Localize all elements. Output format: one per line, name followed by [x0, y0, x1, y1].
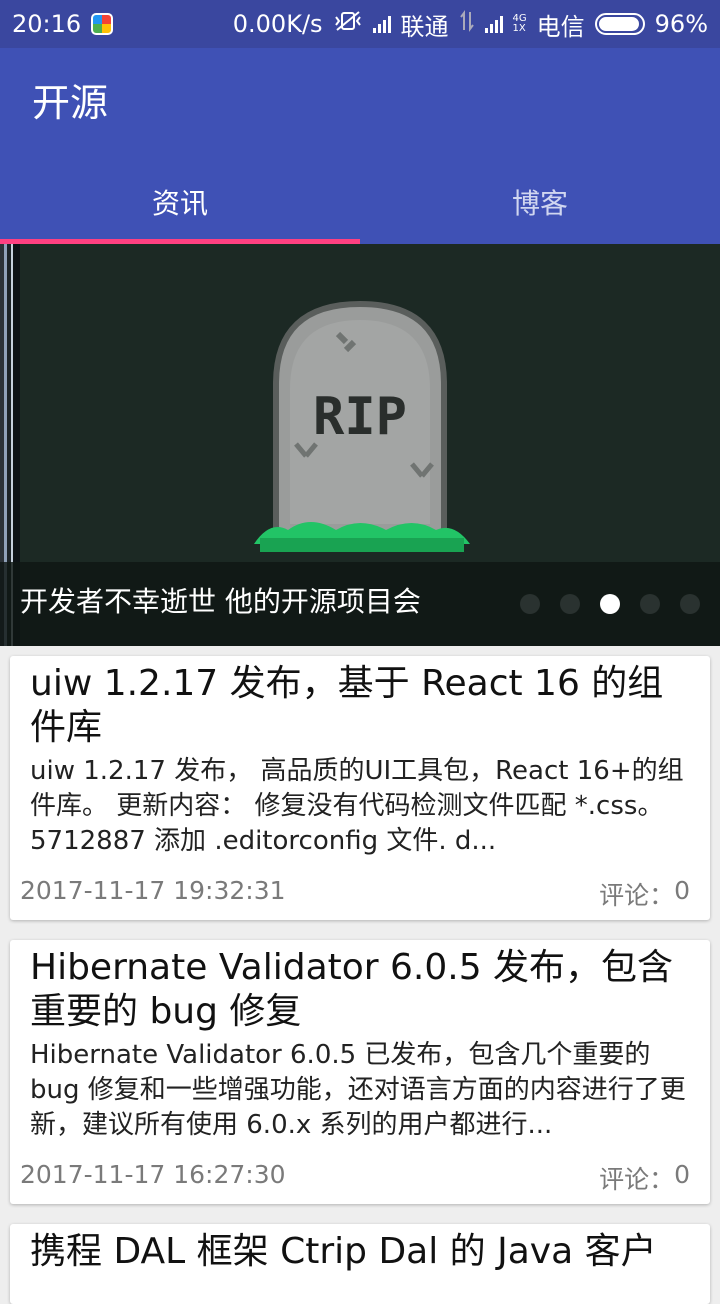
- battery-percent: 96%: [654, 10, 708, 38]
- carousel-dot[interactable]: [520, 594, 540, 614]
- carousel-indicator: [520, 594, 700, 614]
- news-card[interactable]: 携程 DAL 框架 Ctrip Dal 的 Java 客户: [10, 1224, 710, 1304]
- clock: 20:16: [12, 10, 82, 38]
- news-title: 携程 DAL 框架 Ctrip Dal 的 Java 客户: [30, 1231, 657, 1272]
- app-notification-icon: [91, 13, 114, 35]
- network-type: 4G 1X: [512, 13, 527, 34]
- comment-count: 评论： 0: [599, 876, 690, 912]
- tab-blog[interactable]: 博客: [360, 160, 720, 244]
- news-summary: uiw 1.2.17 发布， 高品质的UI工具包，React 16+的组件库。 …: [30, 756, 684, 856]
- net-speed: 0.00K/s: [232, 10, 323, 38]
- tombstone-image: RIP: [254, 300, 470, 552]
- news-footer: 2017-11-17 16:27:30 评论： 0: [20, 1160, 690, 1196]
- page-title: 开源: [32, 81, 109, 125]
- signal-icon: [372, 15, 391, 33]
- banner-carousel[interactable]: RIP 开发者不幸逝世 他的开源项目会: [0, 244, 720, 646]
- vibrate-off-icon: [333, 10, 363, 38]
- app-bar: 开源 资讯 博客: [0, 48, 720, 244]
- signal-icon-2: [484, 15, 503, 33]
- comment-number: 0: [674, 1160, 690, 1189]
- tab-blog-label: 博客: [511, 187, 568, 220]
- banner-caption-bar: 开发者不幸逝世 他的开源项目会: [0, 562, 720, 646]
- carousel-dot[interactable]: [560, 594, 580, 614]
- tab-news[interactable]: 资讯: [0, 160, 360, 244]
- carrier1: 联通: [400, 12, 449, 41]
- news-summary: Hibernate Validator 6.0.5 已发布，包含几个重要的 bu…: [30, 1040, 686, 1140]
- news-card[interactable]: Hibernate Validator 6.0.5 发布，包含重要的 bug 修…: [10, 940, 710, 1204]
- battery-icon: [594, 13, 645, 35]
- news-card[interactable]: uiw 1.2.17 发布，基于 React 16 的组件库 uiw 1.2.1…: [10, 656, 710, 920]
- comment-label: 评论：: [599, 881, 675, 910]
- carousel-dot[interactable]: [600, 594, 620, 614]
- carousel-dot[interactable]: [640, 594, 660, 614]
- status-bar: 20:16 0.00K/s 联通 4G 1X 电信 96%: [0, 0, 720, 48]
- tab-bar: 资讯 博客: [0, 160, 720, 244]
- news-title: Hibernate Validator 6.0.5 发布，包含重要的 bug 修…: [30, 947, 674, 1032]
- tab-news-label: 资讯: [151, 187, 208, 220]
- news-title: uiw 1.2.17 发布，基于 React 16 的组件库: [30, 663, 664, 748]
- carousel-dot[interactable]: [680, 594, 700, 614]
- data-arrows-icon: [459, 10, 475, 38]
- news-time: 2017-11-17 16:27:30: [20, 1160, 286, 1189]
- news-footer: 2017-11-17 19:32:31 评论： 0: [20, 876, 690, 912]
- news-time: 2017-11-17 19:32:31: [20, 876, 286, 905]
- rip-text: RIP: [313, 387, 407, 447]
- comment-label: 评论：: [599, 1165, 675, 1194]
- comment-count: 评论： 0: [599, 1160, 690, 1196]
- carrier2: 电信: [536, 12, 585, 41]
- comment-number: 0: [674, 876, 690, 905]
- banner-caption: 开发者不幸逝世 他的开源项目会: [20, 585, 421, 618]
